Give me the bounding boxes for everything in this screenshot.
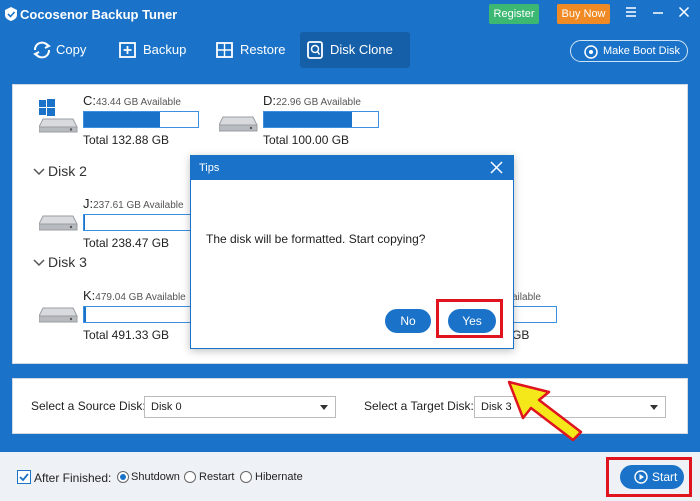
windows-drive-icon <box>39 99 78 133</box>
usage-bar-fill <box>84 307 87 322</box>
restore-icon <box>216 42 233 58</box>
no-button[interactable]: No <box>385 309 431 333</box>
target-disk-label: Select a Target Disk: <box>364 399 474 413</box>
usage-bar <box>83 214 193 231</box>
disk-clone-icon <box>307 41 323 59</box>
copy-tab-label: Copy <box>56 42 87 57</box>
disk-clone-tab[interactable]: Disk Clone <box>300 32 410 68</box>
drive-total: Total 132.88 GB <box>83 133 170 147</box>
disk-2-header[interactable]: Disk 2 <box>33 163 87 179</box>
footer-bar: After Finished: Shutdown Restart Hiberna… <box>0 452 700 501</box>
disk-2-label: Disk 2 <box>48 163 87 179</box>
after-finished-label: After Finished: <box>34 471 112 485</box>
usage-bar-fill <box>84 215 86 230</box>
disk-3-label: Disk 3 <box>48 254 87 270</box>
drive-icon <box>39 215 78 231</box>
check-icon <box>19 473 29 482</box>
drive-available: 22.96 GB Available <box>276 97 361 108</box>
drive-letter: K:479.04 GB Available <box>83 288 186 303</box>
source-disk-value: Disk 0 <box>151 401 182 413</box>
dialog-close-icon[interactable] <box>490 161 503 174</box>
make-boot-disk-button[interactable]: Make Boot Disk <box>570 40 688 62</box>
drive-available: 43.44 GB Available <box>96 97 181 108</box>
drive-available: 479.04 GB Available <box>95 292 186 303</box>
drive-available-fragment: ailable <box>512 292 541 303</box>
drive-icon <box>219 116 258 132</box>
after-finished-checkbox[interactable] <box>17 470 31 484</box>
drive-total: Total 100.00 GB <box>263 133 350 147</box>
dialog-title-bar: Tips <box>191 156 513 180</box>
disk-selection-panel: Select a Source Disk: Disk 0 Select a Ta… <box>12 378 688 434</box>
disk-3-header[interactable]: Disk 3 <box>33 254 87 270</box>
usage-bar <box>83 306 193 323</box>
disk-clone-tab-label: Disk Clone <box>330 42 393 57</box>
dropdown-caret-icon <box>650 405 658 410</box>
drive-letter: D:22.96 GB Available <box>263 93 361 108</box>
drive-d[interactable]: D:22.96 GB Available Total 100.00 GB <box>219 93 419 153</box>
backup-tab-label: Backup <box>143 42 187 57</box>
buy-now-button[interactable]: Buy Now <box>557 4 610 24</box>
dropdown-caret-icon <box>320 405 328 410</box>
shutdown-radio[interactable] <box>117 471 129 483</box>
app-logo-icon <box>5 7 17 21</box>
source-disk-label: Select a Source Disk: <box>31 399 146 413</box>
close-icon[interactable] <box>678 5 690 21</box>
pointer-arrow-icon <box>507 380 583 442</box>
minimize-icon[interactable] <box>652 5 664 21</box>
source-disk-select[interactable]: Disk 0 <box>144 396 336 418</box>
chevron-down-icon <box>33 259 45 267</box>
restart-label: Restart <box>199 471 235 483</box>
drive-total-fragment: GB <box>512 328 530 342</box>
backup-tab[interactable]: Backup <box>113 32 203 68</box>
restart-radio[interactable] <box>184 471 196 483</box>
drive-available: 237.61 GB Available <box>93 200 184 211</box>
dialog-title: Tips <box>199 162 220 174</box>
drive-letter: C:43.44 GB Available <box>83 93 181 108</box>
restore-tab[interactable]: Restore <box>210 32 298 68</box>
hibernate-label: Hibernate <box>255 471 303 483</box>
backup-icon <box>119 42 136 58</box>
chevron-down-icon <box>33 168 45 176</box>
start-button-highlight <box>606 457 692 497</box>
make-boot-disk-label: Make Boot Disk <box>603 45 681 57</box>
restore-tab-label: Restore <box>240 42 286 57</box>
usage-bar-fill <box>84 112 161 127</box>
drive-c[interactable]: C:43.44 GB Available Total 132.88 GB <box>39 93 239 153</box>
drive-total: Total 491.33 GB <box>83 328 170 342</box>
usage-bar <box>263 111 379 128</box>
copy-tab[interactable]: Copy <box>26 32 104 68</box>
hibernate-radio[interactable] <box>240 471 252 483</box>
drive-icon <box>39 307 78 323</box>
app-title: Cocosenor Backup Tuner <box>20 7 178 22</box>
drive-letter: J:237.61 GB Available <box>83 196 184 211</box>
usage-bar-fill <box>264 112 352 127</box>
register-button[interactable]: Register <box>489 4 539 24</box>
dialog-message: The disk will be formatted. Start copyin… <box>206 232 426 246</box>
boot-disk-icon <box>584 45 598 59</box>
drive-total: Total 238.47 GB <box>83 236 170 250</box>
usage-bar <box>512 306 557 323</box>
title-bar: Cocosenor Backup Tuner Register Buy Now <box>0 0 700 28</box>
copy-icon <box>33 41 51 59</box>
shutdown-label: Shutdown <box>131 471 180 483</box>
usage-bar <box>83 111 199 128</box>
menu-icon[interactable] <box>625 5 637 21</box>
yes-button-highlight <box>436 299 503 338</box>
